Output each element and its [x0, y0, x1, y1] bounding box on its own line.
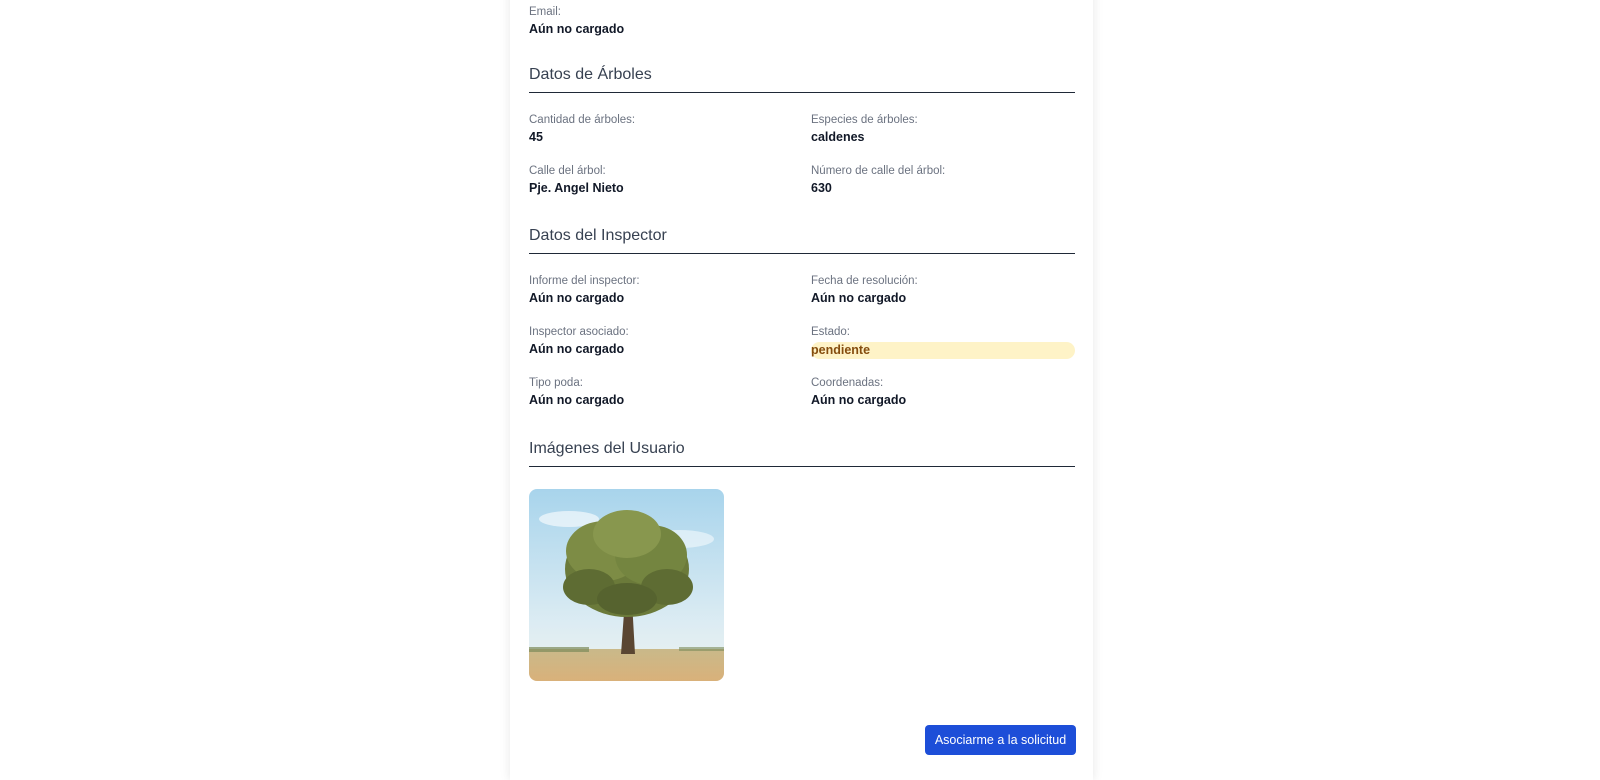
section-trees-header: Datos de Árboles — [529, 62, 1075, 93]
assigned-inspector-value: Aún no cargado — [529, 342, 625, 356]
tree-street-value: Pje. Angel Nieto — [529, 181, 624, 195]
status-badge: pendiente — [811, 342, 1075, 359]
resolution-date-value: Aún no cargado — [811, 291, 907, 305]
inspector-report-value: Aún no cargado — [529, 291, 625, 305]
tree-street-number-value: 630 — [811, 181, 832, 195]
assigned-inspector-label: Inspector asociado: — [529, 326, 629, 338]
resolution-date-label: Fecha de resolución: — [811, 275, 918, 287]
section-images-title: Imágenes del Usuario — [529, 440, 685, 457]
tree-species-value: caldenes — [811, 130, 865, 144]
section-inspector-title: Datos del Inspector — [529, 227, 667, 244]
tree-street-label: Calle del árbol: — [529, 165, 606, 177]
section-images-header: Imágenes del Usuario — [529, 436, 1075, 467]
section-trees-title: Datos de Árboles — [529, 66, 652, 83]
card-content: Email: Aún no cargado Datos de Árboles C… — [529, 0, 1076, 780]
tree-photo-icon — [529, 489, 724, 681]
request-detail-card: Email: Aún no cargado Datos de Árboles C… — [510, 0, 1093, 780]
inspector-report-label: Informe del inspector: — [529, 275, 640, 287]
tree-street-number-label: Número de calle del árbol: — [811, 165, 946, 177]
coordinates-value: Aún no cargado — [811, 393, 907, 407]
pruning-type-label: Tipo poda: — [529, 377, 583, 389]
tree-species-label: Especies de árboles: — [811, 114, 918, 126]
status-label: Estado: — [811, 326, 850, 338]
coordinates-label: Coordenadas: — [811, 377, 884, 389]
tree-count-label: Cantidad de árboles: — [529, 114, 636, 126]
email-label: Email: — [529, 6, 561, 18]
section-inspector-header: Datos del Inspector — [529, 223, 1075, 254]
status-value: pendiente — [811, 343, 871, 357]
user-tree-photo[interactable] — [529, 489, 724, 681]
pruning-type-value: Aún no cargado — [529, 393, 625, 407]
tree-count-value: 45 — [529, 130, 543, 144]
email-value: Aún no cargado — [529, 22, 625, 36]
associate-request-button[interactable]: Asociarme a la solicitud — [925, 725, 1076, 755]
